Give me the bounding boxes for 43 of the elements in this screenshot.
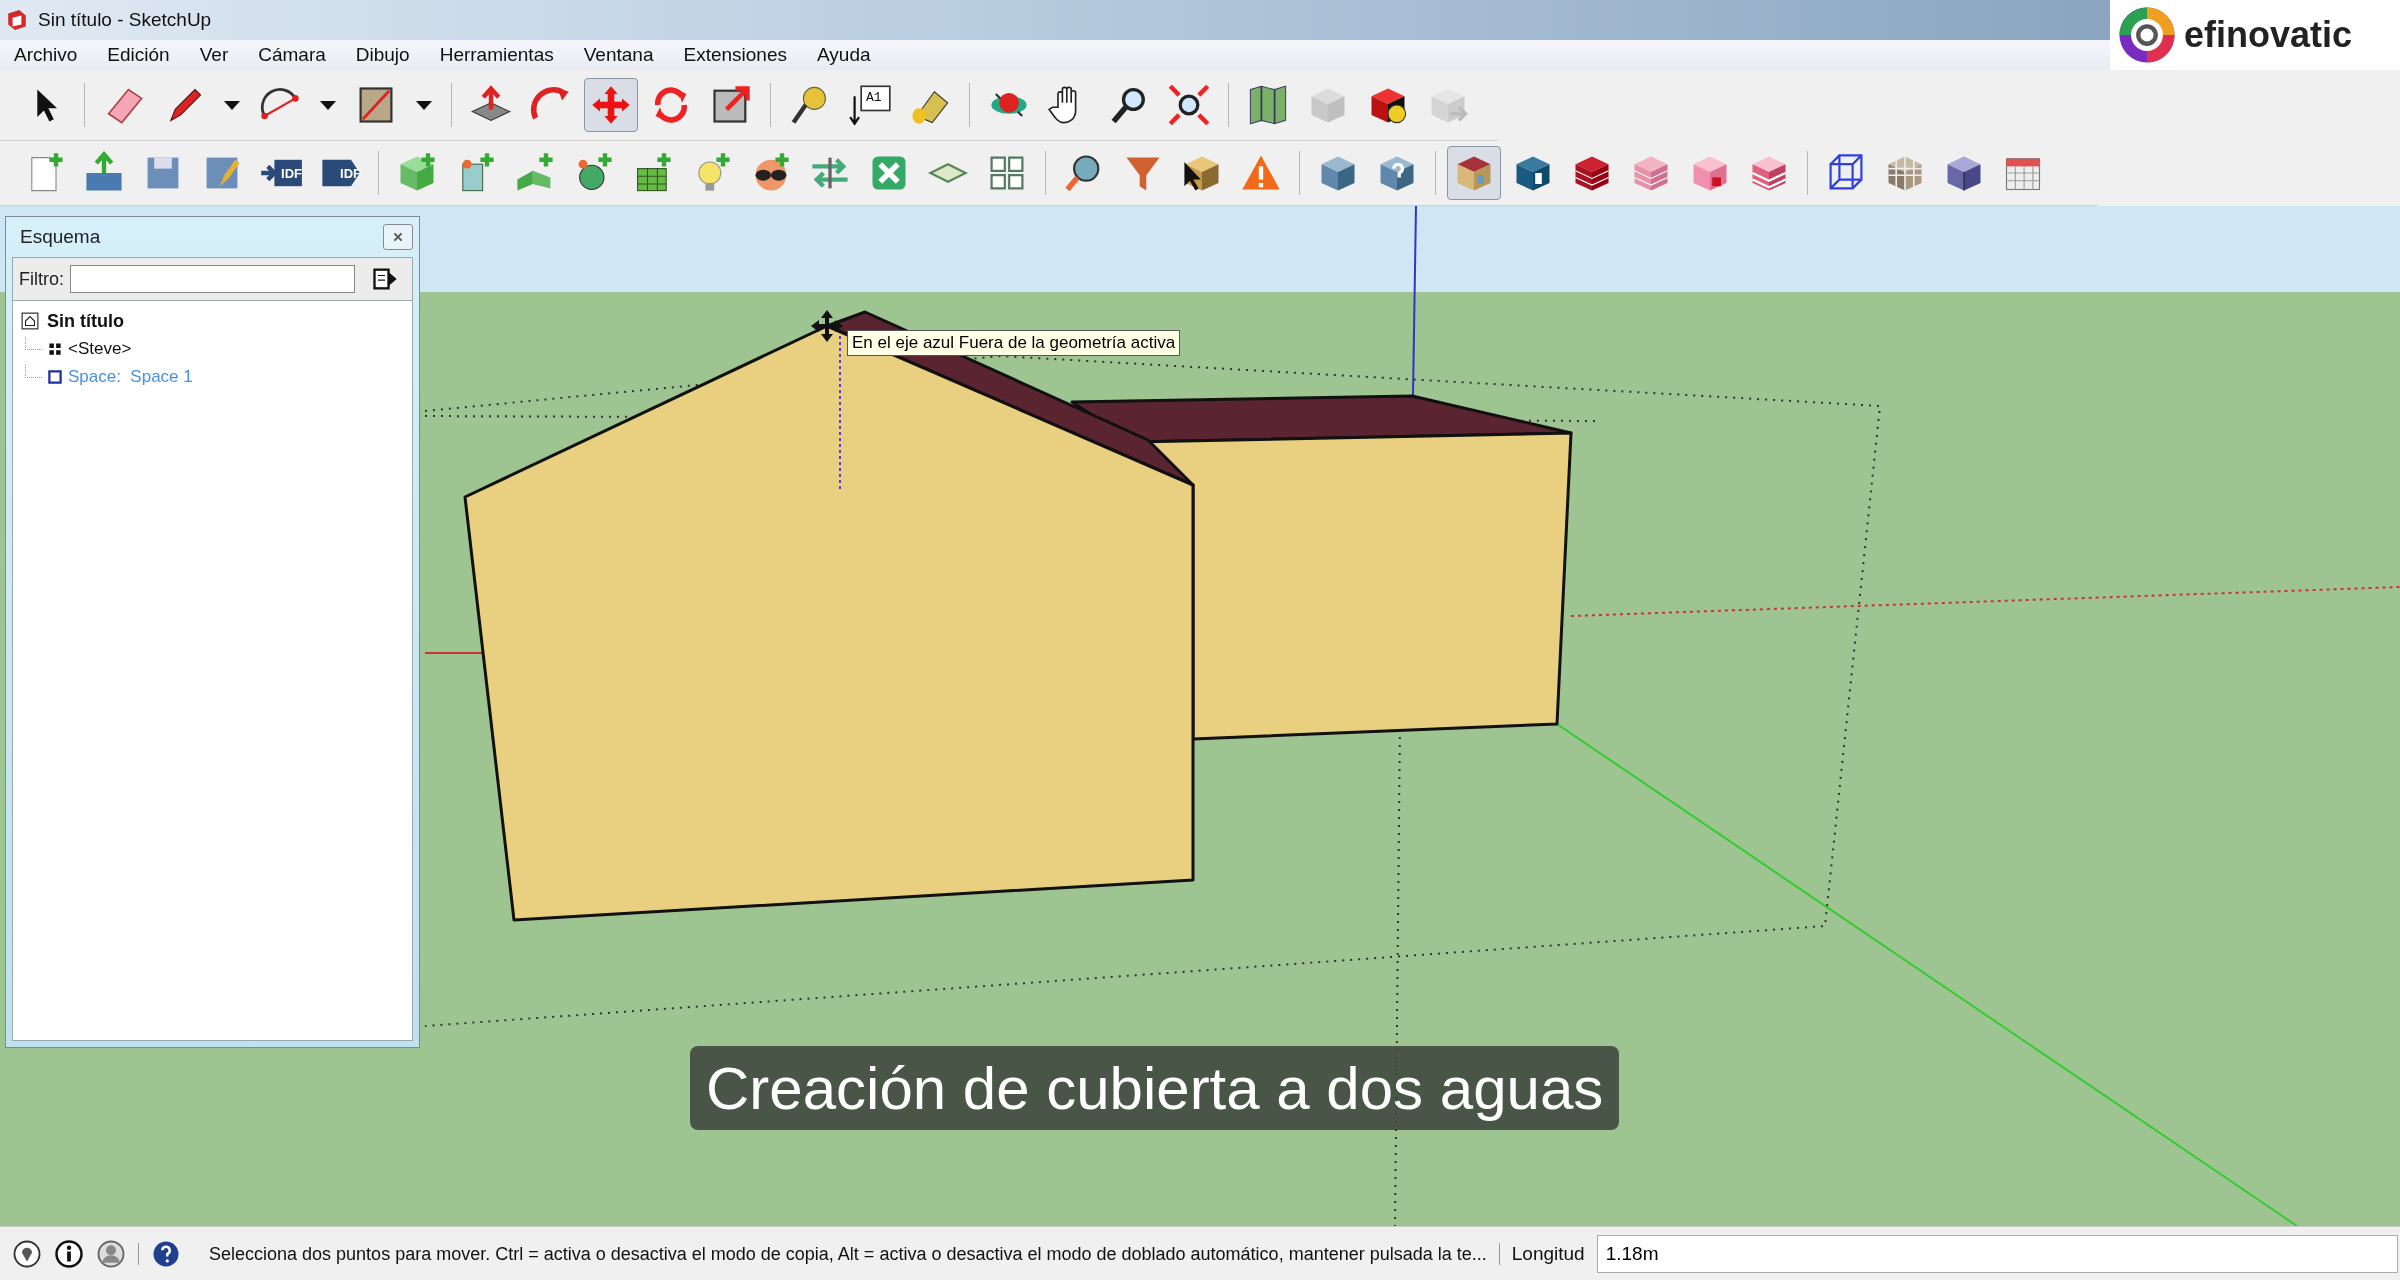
logo-icon bbox=[2118, 6, 2176, 64]
location-pin-icon bbox=[12, 1239, 42, 1269]
component-icon bbox=[46, 340, 64, 358]
filter-field[interactable] bbox=[70, 265, 355, 293]
menu-item[interactable]: Archivo bbox=[14, 44, 78, 66]
app-icon bbox=[6, 9, 28, 31]
menu-item[interactable]: Ver bbox=[199, 44, 229, 66]
space-icon bbox=[46, 368, 64, 386]
arrow-document-icon[interactable] bbox=[371, 265, 399, 293]
measurement-label: Longitud bbox=[1511, 1243, 1585, 1265]
menu-item[interactable]: Ayuda bbox=[817, 44, 871, 66]
close-button[interactable] bbox=[383, 224, 413, 250]
tooltip: En el eje azul Fuera de la geometría activa bbox=[847, 330, 1181, 356]
move-cursor-icon bbox=[811, 310, 843, 342]
caret-icon bbox=[416, 100, 432, 110]
menu-item[interactable]: Edición bbox=[107, 44, 170, 66]
info-icon bbox=[54, 1239, 84, 1269]
caret-icon bbox=[320, 100, 336, 110]
panel-title: Esquema bbox=[20, 226, 101, 248]
filter-label: Filtro: bbox=[19, 268, 64, 290]
menu-item[interactable]: Herramientas bbox=[439, 44, 554, 66]
menu-item[interactable]: Dibujo bbox=[355, 44, 410, 66]
menu-item[interactable]: Extensiones bbox=[683, 44, 787, 66]
logo-text: efinovatic bbox=[2184, 14, 2353, 56]
caret-icon bbox=[224, 100, 240, 110]
box-window-button[interactable] bbox=[1447, 146, 1501, 200]
house-icon bbox=[21, 312, 39, 330]
tree-item[interactable]: <Steve> bbox=[68, 339, 132, 359]
text-tool-button[interactable]: A1 bbox=[843, 78, 897, 132]
menu-item[interactable]: Ventana bbox=[583, 44, 654, 66]
status-message: Selecciona dos puntos para mover. Ctrl = activa o desactiva el modo de copia, Alt = activa o desactiva el modo de doblado automático, mantener pulsada la te... bbox=[209, 1243, 1487, 1265]
window-title: Sin título - SketchUp bbox=[38, 9, 212, 31]
menu-item[interactable]: Cámara bbox=[258, 44, 326, 66]
caption: Creación de cubierta a dos aguas bbox=[690, 1046, 1620, 1130]
measurement-field[interactable]: 1.18m bbox=[1596, 1235, 2398, 1273]
user-icon bbox=[96, 1239, 126, 1269]
zoom-extents-icon bbox=[1167, 83, 1211, 127]
tree-item[interactable]: Sin título bbox=[47, 310, 124, 332]
idf-import-button[interactable]: IDF bbox=[254, 146, 308, 200]
text-tool-icon bbox=[848, 83, 892, 127]
move-button[interactable] bbox=[584, 78, 638, 132]
close-icon bbox=[392, 231, 404, 243]
help-icon[interactable] bbox=[151, 1239, 181, 1269]
